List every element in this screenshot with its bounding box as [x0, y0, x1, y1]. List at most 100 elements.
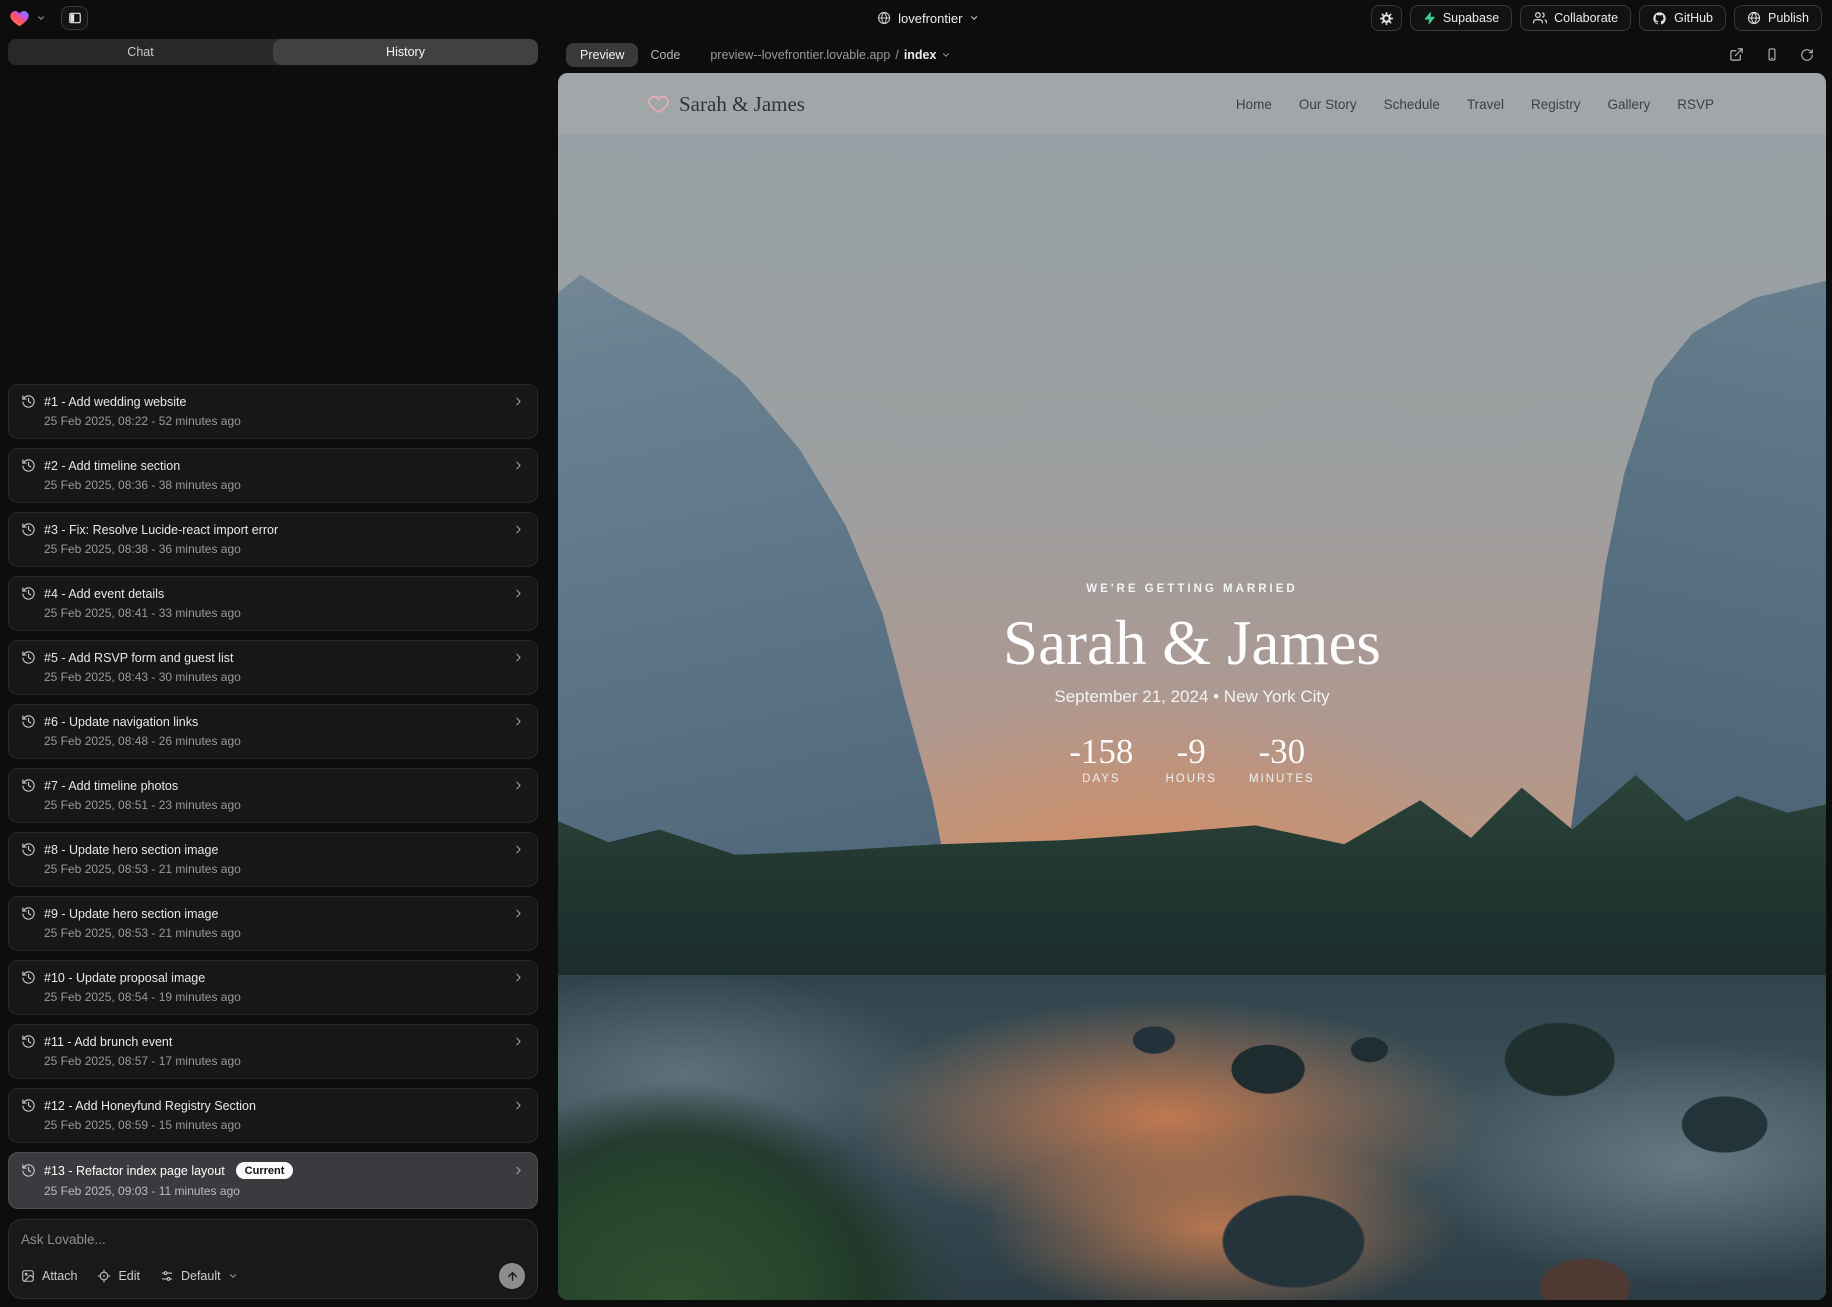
history-item[interactable]: #4 - Add event details 25 Feb 2025, 08:4… — [8, 576, 538, 631]
history-item-title: #7 - Add timeline photos — [44, 779, 178, 793]
countdown-label: DAYS — [1069, 773, 1133, 785]
hero-title: Sarah & James — [558, 603, 1826, 683]
site-nav: Home Our Story Schedule Travel Registry Galle… — [1236, 97, 1714, 112]
gear-icon — [1379, 11, 1394, 26]
settings-button[interactable] — [1371, 5, 1402, 31]
history-item[interactable]: #13 - Refactor index page layout Current… — [8, 1152, 538, 1209]
collaborate-users-icon — [1533, 11, 1547, 25]
history-item[interactable]: #11 - Add brunch event 25 Feb 2025, 08:5… — [8, 1024, 538, 1079]
history-icon — [21, 1034, 36, 1049]
topbar: lovefrontier Supabase Collab — [0, 0, 1832, 36]
history-item-title: #10 - Update proposal image — [44, 971, 205, 985]
site-logo[interactable]: Sarah & James — [648, 92, 805, 117]
mode-selector[interactable]: Default — [160, 1269, 238, 1283]
history-item[interactable]: #6 - Update navigation links 25 Feb 2025… — [8, 704, 538, 759]
history-item-title: #1 - Add wedding website — [44, 395, 186, 409]
history-item-title: #2 - Add timeline section — [44, 459, 180, 473]
nav-link[interactable]: Registry — [1531, 97, 1581, 112]
site-header: Sarah & James Home Our Story Schedule Trave… — [558, 73, 1826, 135]
send-arrow-up-icon — [506, 1270, 519, 1283]
countdown-value: -158 — [1069, 733, 1133, 771]
refresh-icon[interactable] — [1800, 48, 1814, 62]
hero-content: WE'RE GETTING MARRIED Sarah & James Sept… — [558, 583, 1826, 785]
edit-target-icon — [97, 1269, 111, 1283]
attach-image-icon — [21, 1269, 35, 1283]
chevron-down-icon[interactable] — [36, 13, 46, 23]
sidebar: Chat History #1 - Add wedding website 25… — [0, 36, 546, 1307]
nav-link[interactable]: Home — [1236, 97, 1272, 112]
publish-button[interactable]: Publish — [1734, 5, 1822, 31]
mode-sliders-icon — [160, 1269, 174, 1283]
history-item[interactable]: #3 - Fix: Resolve Lucide-react import er… — [8, 512, 538, 567]
hero-section: WE'RE GETTING MARRIED Sarah & James Sept… — [558, 135, 1826, 1300]
mobile-view-icon[interactable] — [1765, 47, 1779, 62]
publish-button-label: Publish — [1768, 11, 1809, 25]
toggle-sidebar-button[interactable] — [61, 6, 88, 30]
history-icon — [21, 714, 36, 729]
nav-link[interactable]: Our Story — [1299, 97, 1357, 112]
chevron-right-icon — [512, 1099, 525, 1112]
github-icon — [1652, 11, 1667, 26]
history-item-timestamp: 25 Feb 2025, 08:38 - 36 minutes ago — [44, 542, 525, 556]
chevron-right-icon — [512, 715, 525, 728]
countdown-item: -9 HOURS — [1165, 733, 1217, 785]
mode-selector-label: Default — [181, 1269, 221, 1283]
site-logo-text: Sarah & James — [679, 92, 805, 117]
history-item[interactable]: #10 - Update proposal image 25 Feb 2025,… — [8, 960, 538, 1015]
history-icon — [21, 650, 36, 665]
history-item[interactable]: #8 - Update hero section image 25 Feb 20… — [8, 832, 538, 887]
countdown-value: -30 — [1249, 733, 1315, 771]
history-item[interactable]: #2 - Add timeline section 25 Feb 2025, 0… — [8, 448, 538, 503]
chevron-right-icon — [512, 651, 525, 664]
history-item-title: #8 - Update hero section image — [44, 843, 218, 857]
open-external-icon[interactable] — [1729, 47, 1744, 62]
chevron-right-icon — [512, 587, 525, 600]
history-item-timestamp: 25 Feb 2025, 08:43 - 30 minutes ago — [44, 670, 525, 684]
edit-button-label: Edit — [118, 1269, 140, 1283]
attach-button[interactable]: Attach — [21, 1269, 77, 1283]
github-button[interactable]: GitHub — [1639, 5, 1726, 31]
history-item-title: #6 - Update navigation links — [44, 715, 198, 729]
preview-url-selector[interactable]: preview--lovefrontier.lovable.app / inde… — [710, 48, 951, 62]
history-item[interactable]: #5 - Add RSVP form and guest list 25 Feb… — [8, 640, 538, 695]
nav-link[interactable]: Travel — [1467, 97, 1504, 112]
send-button[interactable] — [499, 1263, 525, 1289]
chevron-right-icon — [512, 395, 525, 408]
chevron-right-icon — [512, 779, 525, 792]
history-item[interactable]: #7 - Add timeline photos 25 Feb 2025, 08… — [8, 768, 538, 823]
nav-link[interactable]: Gallery — [1607, 97, 1650, 112]
history-icon — [21, 842, 36, 857]
history-item-timestamp: 25 Feb 2025, 08:22 - 52 minutes ago — [44, 414, 525, 428]
nav-link[interactable]: RSVP — [1677, 97, 1714, 112]
collaborate-button[interactable]: Collaborate — [1520, 5, 1631, 31]
preview-toolbar: Preview Code preview--lovefrontier.lovab… — [546, 36, 1832, 73]
history-item[interactable]: #9 - Update hero section image 25 Feb 20… — [8, 896, 538, 951]
tab-code[interactable]: Code — [638, 43, 692, 67]
nav-link[interactable]: Schedule — [1384, 97, 1440, 112]
project-selector[interactable]: lovefrontier — [877, 0, 979, 36]
history-item[interactable]: #1 - Add wedding website 25 Feb 2025, 08… — [8, 384, 538, 439]
chevron-right-icon — [512, 1035, 525, 1048]
lovable-heart-icon[interactable] — [10, 10, 29, 27]
supabase-button[interactable]: Supabase — [1410, 5, 1512, 31]
collaborate-button-label: Collaborate — [1554, 11, 1618, 25]
hero-grass — [558, 1000, 1091, 1300]
chevron-right-icon — [512, 459, 525, 472]
history-item-timestamp: 25 Feb 2025, 08:51 - 23 minutes ago — [44, 798, 525, 812]
history-item[interactable]: #12 - Add Honeyfund Registry Section 25 … — [8, 1088, 538, 1143]
history-item-title: #11 - Add brunch event — [44, 1035, 172, 1049]
history-item-timestamp: 25 Feb 2025, 08:41 - 33 minutes ago — [44, 606, 525, 620]
preview-url-separator: / — [895, 48, 898, 62]
history-item-title: #4 - Add event details — [44, 587, 164, 601]
countdown: -158 DAYS -9 HOURS -30 MINUTES — [558, 733, 1826, 785]
tab-history[interactable]: History — [273, 39, 538, 65]
history-item-title: #5 - Add RSVP form and guest list — [44, 651, 233, 665]
edit-button[interactable]: Edit — [97, 1269, 140, 1283]
chevron-right-icon — [512, 843, 525, 856]
ask-lovable-input[interactable] — [21, 1232, 525, 1247]
chevron-down-icon — [941, 50, 951, 60]
chevron-right-icon — [512, 1164, 525, 1177]
countdown-value: -9 — [1165, 733, 1217, 771]
tab-chat[interactable]: Chat — [8, 39, 273, 65]
tab-preview[interactable]: Preview — [566, 43, 638, 67]
